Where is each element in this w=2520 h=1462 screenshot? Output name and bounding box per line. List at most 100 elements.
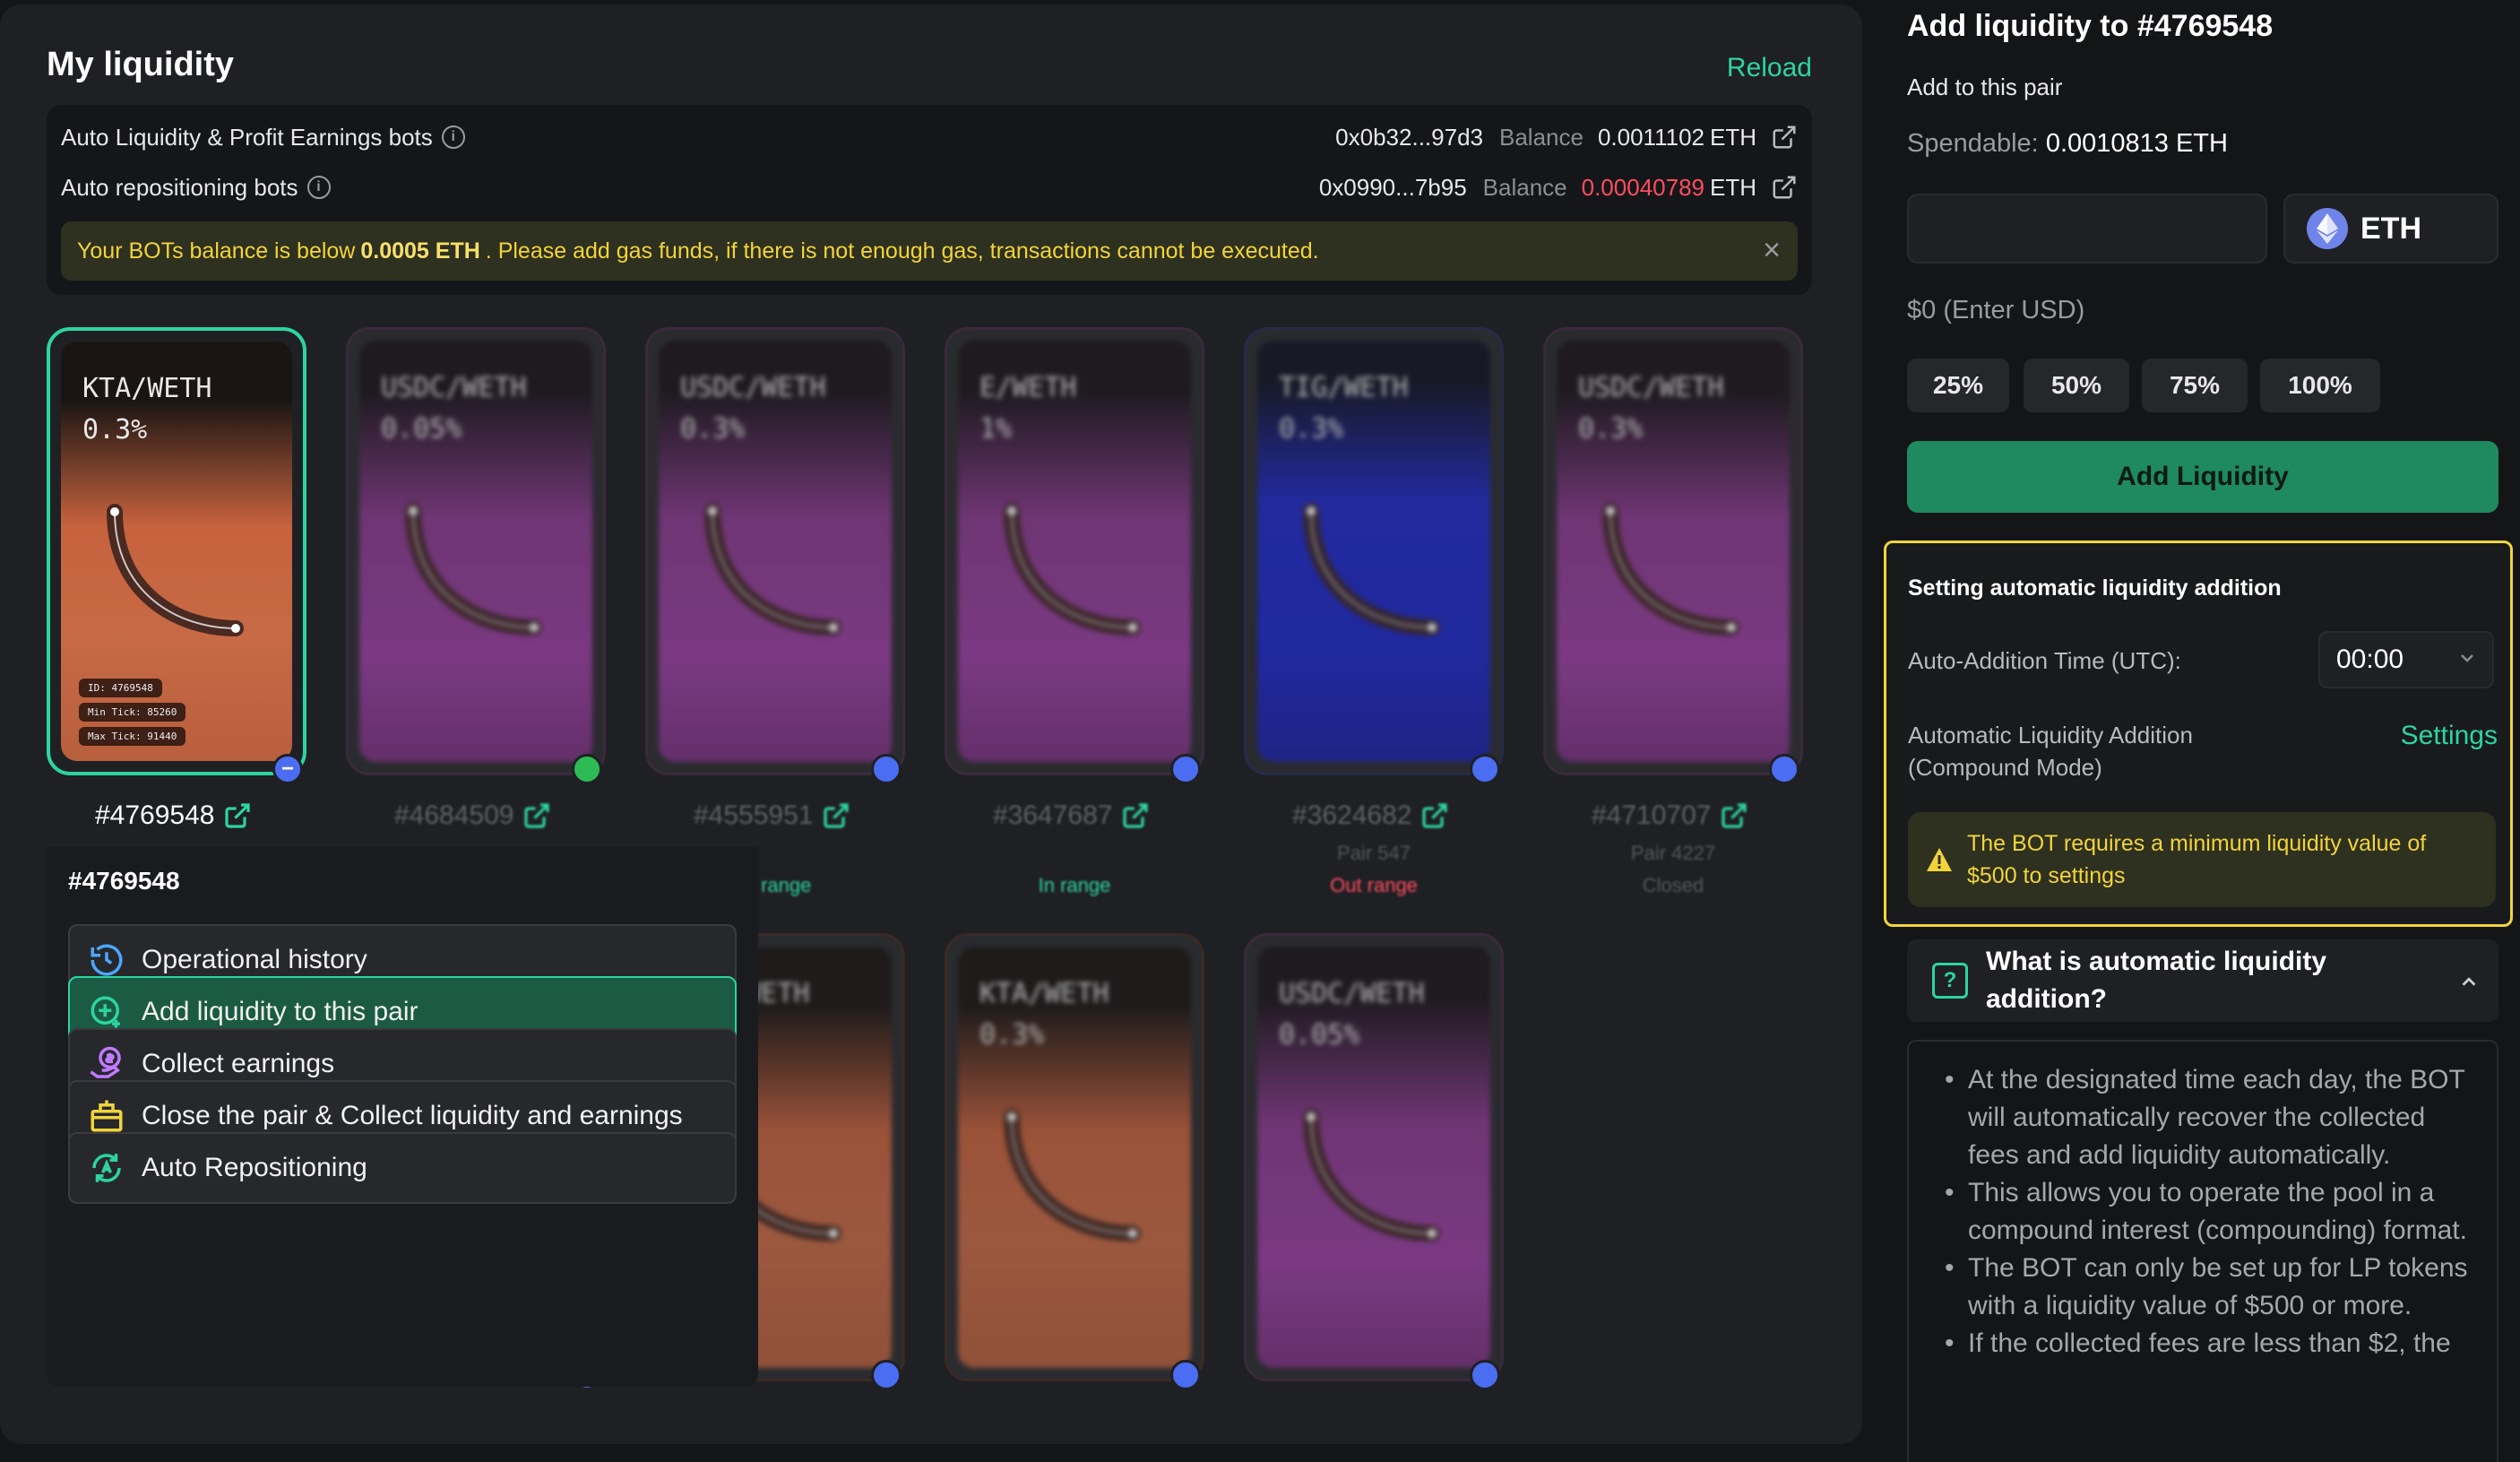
info-icon[interactable]: i [306,176,331,199]
external-link-icon[interactable] [223,801,252,830]
card-id-link[interactable]: #3647687 [993,800,1150,831]
position-action-menu: #4769548 Operational history Add liquidi… [47,847,758,1387]
warning-suffix: . Please add gas funds, if there is not … [485,238,1319,264]
balance-label: Balance [1498,123,1584,151]
balance-unit: ETH [1710,173,1756,201]
bot-row-reposition: Auto repositioning bots i 0x0990...7b95 … [61,169,1798,205]
position-card[interactable]: KTA/WETH 0.3% [945,933,1204,1381]
token-select[interactable]: ETH [2283,194,2498,264]
card-id-link[interactable]: #4710707 [1592,800,1748,831]
spendable-balance: Spendable: 0.0010813 ETH [1907,129,2228,159]
card-range-status: Out range [1330,874,1418,896]
card-tag: ID: 4769548 [79,679,162,697]
liquidity-curve-graphic [1303,503,1440,636]
card-status-icon[interactable] [572,754,602,784]
card-id-link[interactable]: #4769548 [95,800,252,831]
liquidity-curve-graphic [1303,1109,1440,1241]
position-card[interactable]: USDC/WETH 0.3% [1543,327,1803,775]
history-icon [91,944,123,976]
card-id: #4769548 [95,800,215,830]
warning-threshold: 0.0005 ETH [360,238,480,264]
info-icon[interactable]: i [441,125,465,149]
time-value: 00:00 [2336,644,2404,674]
card-pair-label: USDC/WETH 0.3% [680,372,826,445]
my-liquidity-panel: My liquidity Reload Auto Liquidity & Pro… [0,4,1862,1444]
percent-50-button[interactable]: 50% [2024,359,2129,412]
card-status-icon[interactable] [871,754,902,784]
external-link-icon[interactable] [1121,801,1150,830]
time-label: Auto-Addition Time (UTC): [1908,647,2181,674]
liquidity-curve-graphic [1004,503,1141,636]
external-link-icon[interactable] [522,801,551,830]
card-status-icon[interactable] [1170,754,1201,784]
page-title: My liquidity [47,46,234,83]
close-icon[interactable]: × [1758,235,1785,265]
card-range-status: Closed [1642,874,1704,896]
menu-title: #4769548 [68,867,180,895]
card-art: USDC/WETH 0.05% [1257,947,1490,1368]
card-id: #3647687 [993,800,1113,830]
card-status-icon[interactable] [1470,1360,1500,1390]
liquidity-curve-graphic [704,503,841,636]
percent-25-button[interactable]: 25% [1907,359,2009,412]
card-pair-label: USDC/WETH 0.3% [1578,372,1724,445]
settings-link[interactable]: Settings [2401,721,2498,751]
position-card[interactable]: USDC/WETH 0.05% [1244,933,1504,1381]
amount-input[interactable] [1907,194,2267,264]
card-id-link[interactable]: #4684509 [394,800,551,831]
warning-prefix: Your BOTs balance is below [77,238,356,264]
auto-addition-settings: Setting automatic liquidity addition Aut… [1884,541,2513,927]
position-card[interactable]: KTA/WETH 0.3% ID: 4769548 Min Tick: 85260 M… [47,327,306,775]
liquidity-curve-graphic [1004,1109,1141,1241]
menu-item-label: Auto Repositioning [142,1153,367,1182]
warning-icon [1927,848,1952,871]
warning-text: The BOT requires a minimum liquidity val… [1967,831,2427,888]
card-subtitle: Pair 547 [1337,842,1411,864]
chevron-down-icon [2461,654,2473,662]
external-link-icon[interactable] [1771,124,1798,151]
faq-answer-item: This allows you to operate the pool in a… [1945,1174,2481,1250]
close-pair-icon [91,1100,123,1132]
faq-toggle[interactable]: ? What is automatic liquidity addition? [1907,939,2498,1022]
external-link-icon[interactable] [822,801,850,830]
external-link-icon[interactable] [1720,801,1748,830]
balance-label: Balance [1482,173,1567,201]
time-select[interactable]: 00:00 [2318,631,2494,688]
card-id-link[interactable]: #4555951 [694,800,850,831]
faq-answer-item: The BOT can only be set up for LP tokens… [1945,1250,2481,1325]
card-art: TIG/WETH 0.3% [1257,341,1490,762]
card-range-status: In range [1038,874,1111,896]
card-status-icon[interactable] [1470,754,1500,784]
liquidity-curve-graphic [405,503,542,636]
card-status-icon[interactable] [1769,754,1799,784]
menu-item-label: Add liquidity to this pair [142,997,419,1026]
percent-75-button[interactable]: 75% [2142,359,2248,412]
card-pair-label: KTA/WETH 0.3% [980,978,1109,1051]
card-art: USDC/WETH 0.3% [1557,341,1790,762]
add-liquidity-icon [91,996,120,1028]
panel-subtitle: Add to this pair [1907,74,2063,100]
card-status-icon[interactable] [871,1360,902,1390]
add-liquidity-button[interactable]: Add Liquidity [1907,441,2498,513]
card-pair-label: TIG/WETH 0.3% [1279,372,1409,445]
card-id: #4710707 [1592,800,1712,830]
collapse-icon[interactable]: − [272,754,303,784]
position-card[interactable]: USDC/WETH 0.05% [346,327,606,775]
menu-item-auto-repositioning[interactable]: Auto Repositioning [68,1132,737,1204]
settings-title: Setting automatic liquidity addition [1908,575,2282,601]
position-card[interactable]: E/WETH 1% [945,327,1204,775]
external-link-icon[interactable] [1420,801,1449,830]
card-tag: Min Tick: 85260 [79,703,186,722]
card-art: KTA/WETH 0.3% ID: 4769548 Min Tick: 85260 M… [61,342,292,761]
add-liquidity-panel: Add liquidity to #4769548 Add to this pa… [1880,0,2520,1462]
position-card[interactable]: USDC/WETH 0.3% [645,327,905,775]
card-status-icon[interactable] [1170,1360,1201,1390]
ethereum-icon [2307,208,2348,249]
percent-100-button[interactable]: 100% [2260,359,2380,412]
position-card[interactable]: TIG/WETH 0.3% [1244,327,1504,775]
card-id-link[interactable]: #3624682 [1292,800,1449,831]
reload-button[interactable]: Reload [1727,53,1812,83]
external-link-icon[interactable] [1771,174,1798,201]
balance-value: 0.0011102 [1597,123,1704,151]
menu-item-label: Collect earnings [142,1049,335,1078]
